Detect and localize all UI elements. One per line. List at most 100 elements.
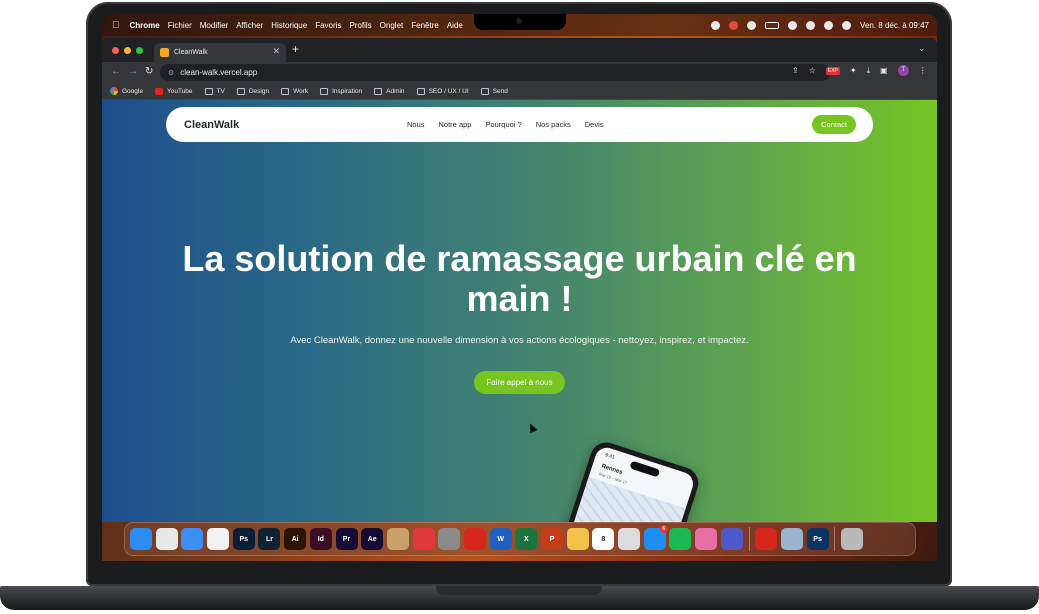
menu-modifier[interactable]: Modifier: [200, 21, 228, 30]
dock-preview-icon[interactable]: [780, 528, 803, 550]
cta-button[interactable]: Faire appel à nous: [474, 371, 565, 394]
status-app-icon-2[interactable]: [747, 20, 757, 30]
bookmark-folder-admin[interactable]: Admin: [374, 87, 405, 95]
extensions-icon[interactable]: ✦: [850, 66, 857, 75]
toolbar-actions: ⇪ ☆ EXP ✦ ⤓ ▣ T ⋮: [792, 65, 927, 76]
dock-photoshop-icon[interactable]: Ps: [232, 528, 255, 550]
dock-app-store-icon[interactable]: 6: [643, 525, 668, 550]
back-icon[interactable]: ←: [111, 66, 121, 77]
dock-premiere-icon[interactable]: Pr: [335, 528, 358, 550]
dock-acrobat-2-icon[interactable]: [755, 528, 778, 550]
bookmark-folder-seo[interactable]: SEO / UX / UI: [416, 87, 469, 95]
dock-cleanmymac-icon[interactable]: [695, 528, 718, 550]
address-bar[interactable]: ⚙ clean-walk.vercel.app: [160, 64, 830, 81]
dock-launchpad-icon[interactable]: [386, 528, 409, 550]
phone-screen: 9:41 Rennes Mar 12 – Mar 17: [555, 444, 697, 522]
apple-icon[interactable]: : [112, 20, 120, 31]
dock-acrobat-icon[interactable]: [463, 528, 486, 550]
siri-icon[interactable]: [842, 20, 852, 30]
menu-onglet[interactable]: Onglet: [380, 21, 404, 30]
dock-excel-icon[interactable]: X: [515, 528, 538, 550]
nav-link-notre-app[interactable]: Notre app: [439, 120, 472, 129]
menu-fenetre[interactable]: Fenêtre: [411, 21, 439, 30]
status-app-icon[interactable]: [711, 20, 721, 30]
folder-icon: [320, 87, 329, 95]
contact-button[interactable]: Contact: [812, 115, 856, 134]
site-logo[interactable]: CleanWalk: [184, 119, 239, 131]
menu-afficher[interactable]: Afficher: [236, 21, 263, 30]
dock-finder-icon[interactable]: [130, 528, 152, 550]
close-tab-icon[interactable]: ✕: [272, 46, 280, 57]
dock-spotify-icon[interactable]: [669, 528, 692, 550]
bookmark-label: Send: [492, 87, 508, 95]
folder-icon: [204, 87, 213, 95]
battery-icon[interactable]: [765, 21, 780, 29]
folder-icon: [416, 87, 425, 95]
bookmark-label: Work: [293, 87, 309, 95]
dock-lightroom-icon[interactable]: Lr: [258, 528, 281, 550]
menu-favoris[interactable]: Favoris: [315, 21, 341, 30]
bookmark-label: YouTube: [166, 87, 193, 95]
dock-system-settings-icon[interactable]: [438, 528, 461, 550]
bookmark-google[interactable]: Google: [110, 87, 143, 95]
bookmark-folder-work[interactable]: Work: [281, 87, 309, 95]
phone-map: [555, 477, 686, 522]
profile-avatar[interactable]: T: [897, 65, 909, 76]
dock-powerpoint-icon[interactable]: P: [541, 528, 563, 550]
zoom-window-button[interactable]: [136, 47, 143, 54]
site-info-icon[interactable]: ⚙: [168, 69, 174, 77]
download-icon[interactable]: ⤓: [867, 66, 871, 76]
forward-icon[interactable]: →: [128, 66, 138, 77]
share-icon[interactable]: ⇪: [792, 66, 799, 75]
dock-illustrator-icon[interactable]: Ai: [284, 528, 307, 550]
dock-word-icon[interactable]: W: [489, 528, 512, 550]
menu-fichier[interactable]: Fichier: [168, 21, 192, 30]
menu-profils[interactable]: Profils: [349, 21, 371, 30]
search-icon[interactable]: [806, 20, 816, 30]
tab-title: CleanWalk: [174, 49, 208, 56]
nav-link-pourquoi[interactable]: Pourquoi ?: [485, 120, 521, 129]
window-controls: [112, 47, 143, 54]
dock-trash-icon[interactable]: [840, 528, 863, 550]
dock-indesign-icon[interactable]: Id: [309, 528, 332, 550]
nav-link-nos-packs[interactable]: Nos packs: [536, 120, 571, 129]
browser-tab[interactable]: CleanWalk ✕: [154, 43, 286, 62]
control-center-icon[interactable]: [824, 20, 834, 30]
dock-teams-icon[interactable]: [720, 528, 743, 550]
extension-badge[interactable]: EXP: [825, 66, 840, 75]
dock-reminders-icon[interactable]: [207, 528, 230, 550]
dock-photos-icon[interactable]: [566, 528, 589, 550]
bookmark-folder-send[interactable]: Send: [480, 87, 508, 95]
dynamic-island: [629, 460, 661, 478]
dock-photoshop-2-icon[interactable]: Ps: [806, 528, 829, 550]
more-menu-icon[interactable]: ⋮: [919, 66, 927, 75]
dock-screenshot-icon[interactable]: [618, 528, 641, 550]
camera-notch: [474, 14, 566, 30]
side-panel-icon[interactable]: ▣: [880, 66, 888, 75]
new-tab-button[interactable]: +: [292, 42, 299, 56]
menu-historique[interactable]: Historique: [271, 21, 307, 30]
reload-icon[interactable]: ↻: [145, 66, 153, 77]
url-text: clean-walk.vercel.app: [180, 68, 258, 77]
bookmark-folder-tv[interactable]: TV: [204, 87, 225, 95]
bookmark-star-icon[interactable]: ☆: [809, 66, 816, 75]
dock-mail-icon[interactable]: [181, 528, 204, 550]
nav-link-nous[interactable]: Nous: [407, 120, 425, 129]
menu-app-name[interactable]: Chrome: [130, 21, 160, 30]
nav-link-devis[interactable]: Devis: [585, 120, 604, 129]
dock-after-effects-icon[interactable]: Ae: [361, 528, 384, 550]
close-window-button[interactable]: [112, 47, 119, 54]
record-icon[interactable]: [729, 20, 739, 30]
menubar-clock[interactable]: Ven. 8 déc. à 09:47: [860, 21, 929, 30]
bookmark-folder-inspiration[interactable]: Inspiration: [320, 87, 362, 95]
hero-subtitle: Avec CleanWalk, donnez une nouvelle dime…: [290, 335, 749, 346]
minimize-window-button[interactable]: [124, 47, 131, 54]
bookmark-folder-design[interactable]: Design: [236, 87, 269, 95]
dock-creative-cloud-icon[interactable]: [412, 528, 435, 550]
bookmark-youtube[interactable]: YouTube: [154, 87, 193, 95]
wifi-icon[interactable]: [788, 20, 798, 30]
dock-calendar-icon[interactable]: 8: [592, 528, 615, 550]
chevron-down-icon[interactable]: ⌄: [918, 44, 925, 53]
menu-aide[interactable]: Aide: [447, 21, 463, 30]
dock-chrome-icon[interactable]: [155, 528, 178, 550]
